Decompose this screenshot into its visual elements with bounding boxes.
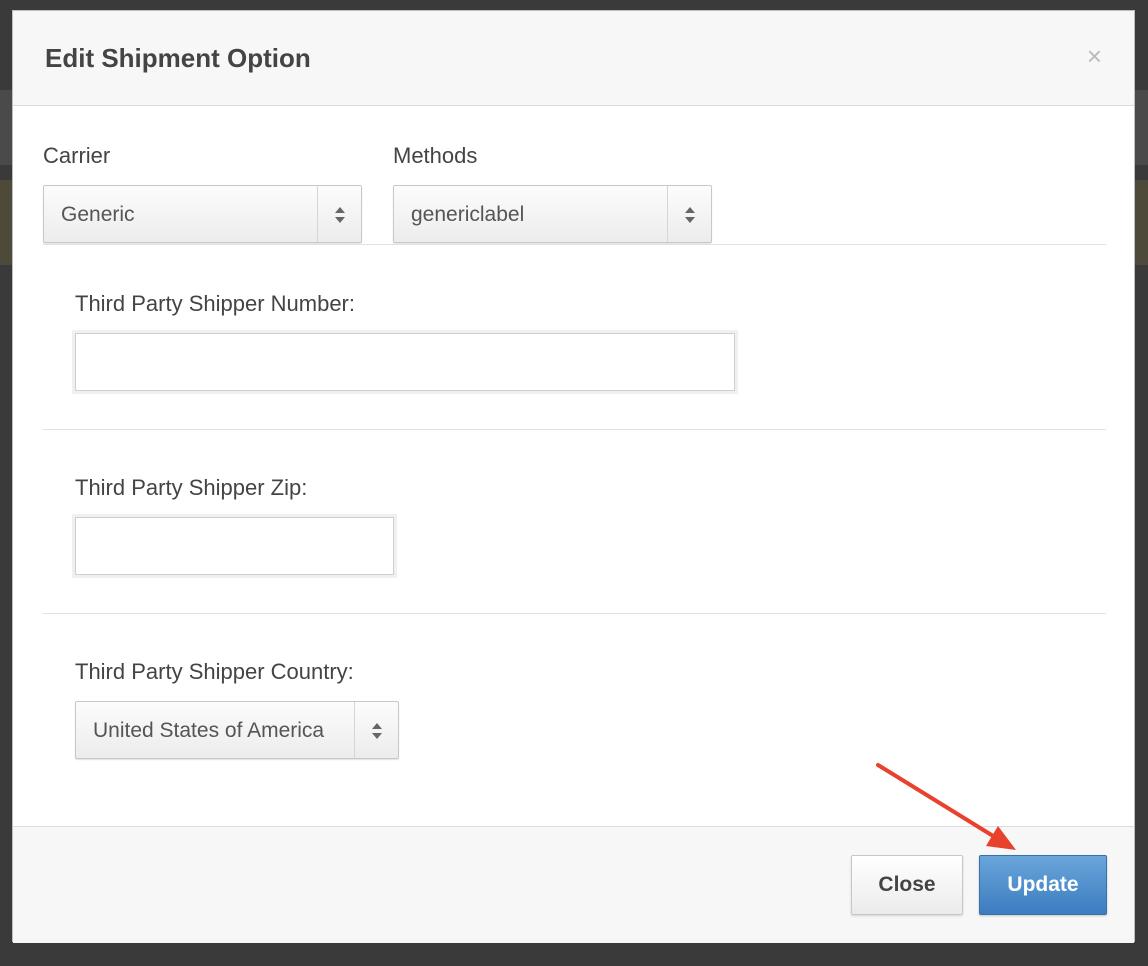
update-button[interactable]: Update xyxy=(979,855,1107,915)
updown-arrows-icon xyxy=(667,186,711,242)
shipper-country-select-value: United States of America xyxy=(93,719,325,742)
modal-title: Edit Shipment Option xyxy=(45,43,311,73)
methods-select-value: genericlabel xyxy=(411,203,525,226)
updown-arrows-icon xyxy=(354,702,398,758)
methods-label: Methods xyxy=(393,143,478,168)
methods-select[interactable]: genericlabel xyxy=(393,185,712,243)
carrier-select-value: Generic xyxy=(61,203,135,226)
modal-footer: Close Update xyxy=(13,826,1134,943)
edit-shipment-modal: Edit Shipment Option × Carrier Generic M… xyxy=(12,10,1135,943)
carrier-label: Carrier xyxy=(43,143,111,168)
divider xyxy=(43,613,1106,614)
divider xyxy=(43,429,1106,430)
close-icon[interactable]: × xyxy=(1087,43,1102,69)
close-button[interactable]: Close xyxy=(851,855,963,915)
carrier-select[interactable]: Generic xyxy=(43,185,362,243)
updown-arrows-icon xyxy=(317,186,361,242)
shipper-country-label: Third Party Shipper Country: xyxy=(75,659,354,684)
divider xyxy=(43,244,1106,245)
shipper-country-select[interactable]: United States of America xyxy=(75,701,399,759)
shipper-number-label: Third Party Shipper Number: xyxy=(75,291,355,316)
modal-header: Edit Shipment Option × xyxy=(13,11,1134,106)
shipper-zip-label: Third Party Shipper Zip: xyxy=(75,475,308,500)
shipper-zip-input[interactable] xyxy=(75,517,394,575)
shipper-number-input[interactable] xyxy=(75,333,735,391)
